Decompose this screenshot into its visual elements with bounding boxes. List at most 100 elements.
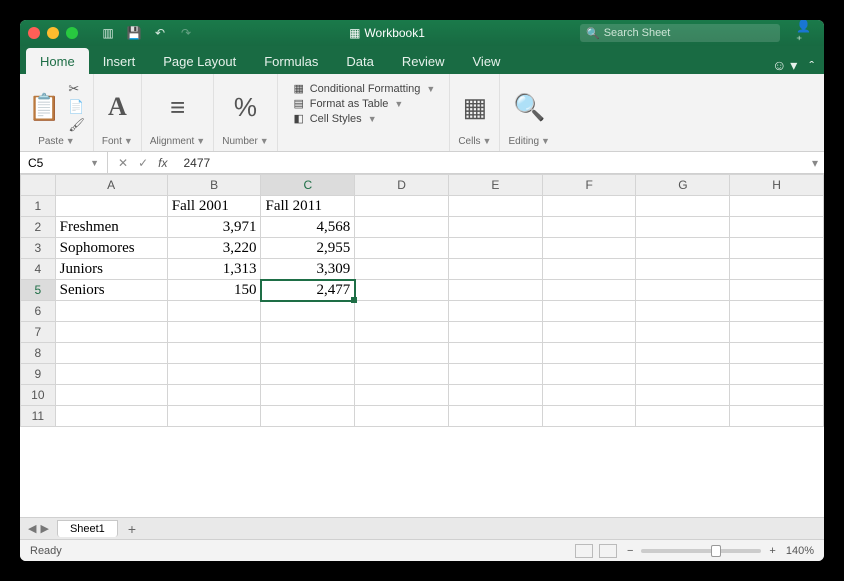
close-icon[interactable]: [28, 27, 40, 39]
zoom-icon[interactable]: [66, 27, 78, 39]
cell-B9[interactable]: [167, 364, 261, 385]
cell-A4[interactable]: Juniors: [55, 259, 167, 280]
cell-D3[interactable]: [355, 238, 449, 259]
cell-D2[interactable]: [355, 217, 449, 238]
name-box[interactable]: C5 ▼: [20, 152, 108, 173]
fx-icon[interactable]: fx: [158, 156, 167, 170]
cell-H7[interactable]: [730, 322, 824, 343]
select-all-corner[interactable]: [21, 175, 56, 196]
cells-icon[interactable]: ▦: [463, 92, 488, 123]
column-header-B[interactable]: B: [167, 175, 261, 196]
cut-icon[interactable]: ✂: [68, 81, 85, 97]
cell-F8[interactable]: [542, 343, 636, 364]
cell-B10[interactable]: [167, 385, 261, 406]
share-icon[interactable]: 👤⁺: [796, 20, 816, 47]
cell-F1[interactable]: [542, 196, 636, 217]
row-header-5[interactable]: 5: [21, 280, 56, 301]
cell-C2[interactable]: 4,568: [261, 217, 355, 238]
row-header-1[interactable]: 1: [21, 196, 56, 217]
cell-H8[interactable]: [730, 343, 824, 364]
zoom-in-button[interactable]: +: [769, 545, 775, 557]
cell-G11[interactable]: [636, 406, 730, 427]
column-header-C[interactable]: C: [261, 175, 355, 196]
autosave-icon[interactable]: ▥: [100, 25, 116, 41]
tab-page-layout[interactable]: Page Layout: [149, 48, 250, 74]
save-icon[interactable]: 💾: [126, 25, 142, 41]
cell-E3[interactable]: [448, 238, 542, 259]
cell-B7[interactable]: [167, 322, 261, 343]
cell-G10[interactable]: [636, 385, 730, 406]
collapse-ribbon-icon[interactable]: ˆ: [809, 58, 814, 74]
row-header-10[interactable]: 10: [21, 385, 56, 406]
conditional-formatting-button[interactable]: ▦Conditional Formatting ▼: [292, 82, 436, 95]
cell-E7[interactable]: [448, 322, 542, 343]
cell-D11[interactable]: [355, 406, 449, 427]
cell-B2[interactable]: 3,971: [167, 217, 261, 238]
cell-G1[interactable]: [636, 196, 730, 217]
column-header-D[interactable]: D: [355, 175, 449, 196]
cell-C6[interactable]: [261, 301, 355, 322]
cell-G5[interactable]: [636, 280, 730, 301]
column-header-F[interactable]: F: [542, 175, 636, 196]
cell-G8[interactable]: [636, 343, 730, 364]
cell-C7[interactable]: [261, 322, 355, 343]
add-sheet-button[interactable]: +: [118, 521, 146, 537]
cell-B6[interactable]: [167, 301, 261, 322]
cell-A11[interactable]: [55, 406, 167, 427]
tab-home[interactable]: Home: [26, 48, 89, 74]
row-header-11[interactable]: 11: [21, 406, 56, 427]
sheet-tab[interactable]: Sheet1: [57, 520, 118, 537]
row-header-4[interactable]: 4: [21, 259, 56, 280]
row-header-8[interactable]: 8: [21, 343, 56, 364]
cell-F4[interactable]: [542, 259, 636, 280]
column-header-G[interactable]: G: [636, 175, 730, 196]
cell-H4[interactable]: [730, 259, 824, 280]
row-header-2[interactable]: 2: [21, 217, 56, 238]
expand-formula-bar-icon[interactable]: ▾: [806, 156, 824, 170]
cell-E10[interactable]: [448, 385, 542, 406]
search-input[interactable]: 🔍 Search Sheet: [580, 24, 780, 42]
normal-view-icon[interactable]: [575, 544, 593, 558]
column-header-H[interactable]: H: [730, 175, 824, 196]
cell-A6[interactable]: [55, 301, 167, 322]
row-header-9[interactable]: 9: [21, 364, 56, 385]
cell-B8[interactable]: [167, 343, 261, 364]
cell-F7[interactable]: [542, 322, 636, 343]
cell-B11[interactable]: [167, 406, 261, 427]
paste-icon[interactable]: 📋: [28, 92, 60, 123]
cell-A10[interactable]: [55, 385, 167, 406]
cell-F6[interactable]: [542, 301, 636, 322]
cell-H3[interactable]: [730, 238, 824, 259]
column-header-E[interactable]: E: [448, 175, 542, 196]
tab-view[interactable]: View: [459, 48, 515, 74]
cell-A7[interactable]: [55, 322, 167, 343]
tab-insert[interactable]: Insert: [89, 48, 150, 74]
cell-D6[interactable]: [355, 301, 449, 322]
cell-F10[interactable]: [542, 385, 636, 406]
cell-D9[interactable]: [355, 364, 449, 385]
alignment-icon[interactable]: ≡: [170, 92, 185, 123]
font-icon[interactable]: A: [108, 92, 127, 122]
page-layout-view-icon[interactable]: [599, 544, 617, 558]
cell-C5[interactable]: 2,477: [261, 280, 355, 301]
cell-A9[interactable]: [55, 364, 167, 385]
worksheet-grid[interactable]: ABCDEFGH1Fall 2001Fall 20112Freshmen3,97…: [20, 174, 824, 517]
cell-D8[interactable]: [355, 343, 449, 364]
zoom-out-button[interactable]: −: [627, 545, 633, 557]
sheet-next-icon[interactable]: ▶: [40, 522, 48, 535]
cell-D5[interactable]: [355, 280, 449, 301]
sheet-prev-icon[interactable]: ◀: [28, 522, 36, 535]
cell-G7[interactable]: [636, 322, 730, 343]
formula-input[interactable]: 2477: [177, 156, 806, 170]
minimize-icon[interactable]: [47, 27, 59, 39]
cell-G9[interactable]: [636, 364, 730, 385]
cell-C1[interactable]: Fall 2011: [261, 196, 355, 217]
cell-G2[interactable]: [636, 217, 730, 238]
row-header-3[interactable]: 3: [21, 238, 56, 259]
cell-F11[interactable]: [542, 406, 636, 427]
undo-icon[interactable]: ↶: [152, 25, 168, 41]
cell-G3[interactable]: [636, 238, 730, 259]
cell-A3[interactable]: Sophomores: [55, 238, 167, 259]
cell-G4[interactable]: [636, 259, 730, 280]
cell-C10[interactable]: [261, 385, 355, 406]
